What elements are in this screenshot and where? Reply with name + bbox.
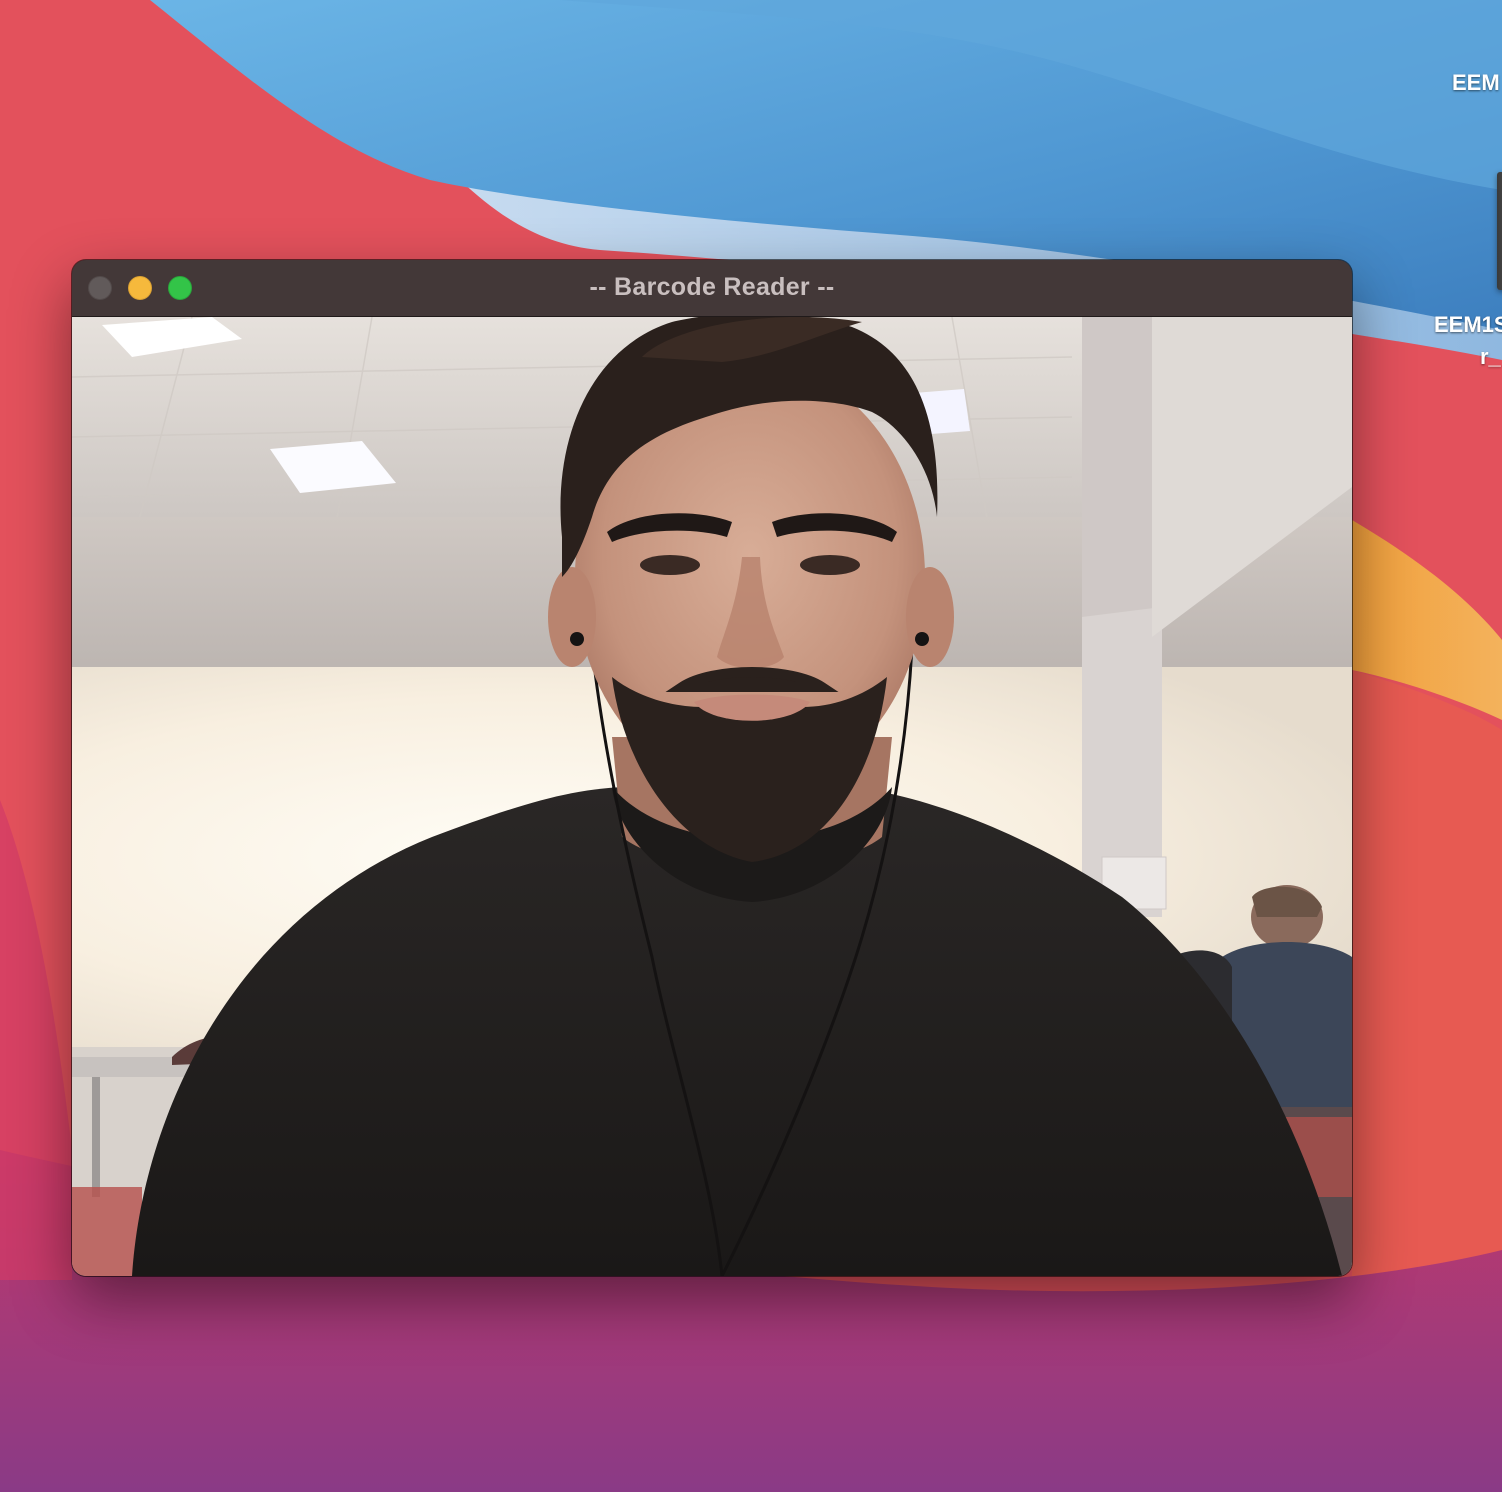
camera-preview-image [72, 317, 1352, 1276]
barcode-reader-window[interactable]: -- Barcode Reader -- [72, 260, 1352, 1276]
desktop: EEM EEM1S r_ -- Barcode Reader -- [0, 0, 1502, 1492]
window-title: -- Barcode Reader -- [589, 273, 835, 301]
desktop-file-icon[interactable] [1497, 172, 1502, 290]
camera-feed [72, 317, 1352, 1276]
desktop-icon-label-eem[interactable]: EEM [1452, 70, 1500, 96]
desktop-icon-label-eem1s-line2[interactable]: r_ [1480, 344, 1501, 370]
desktop-icon-label-eem1s[interactable]: EEM1S [1434, 312, 1502, 338]
window-titlebar[interactable]: -- Barcode Reader -- [72, 260, 1352, 317]
